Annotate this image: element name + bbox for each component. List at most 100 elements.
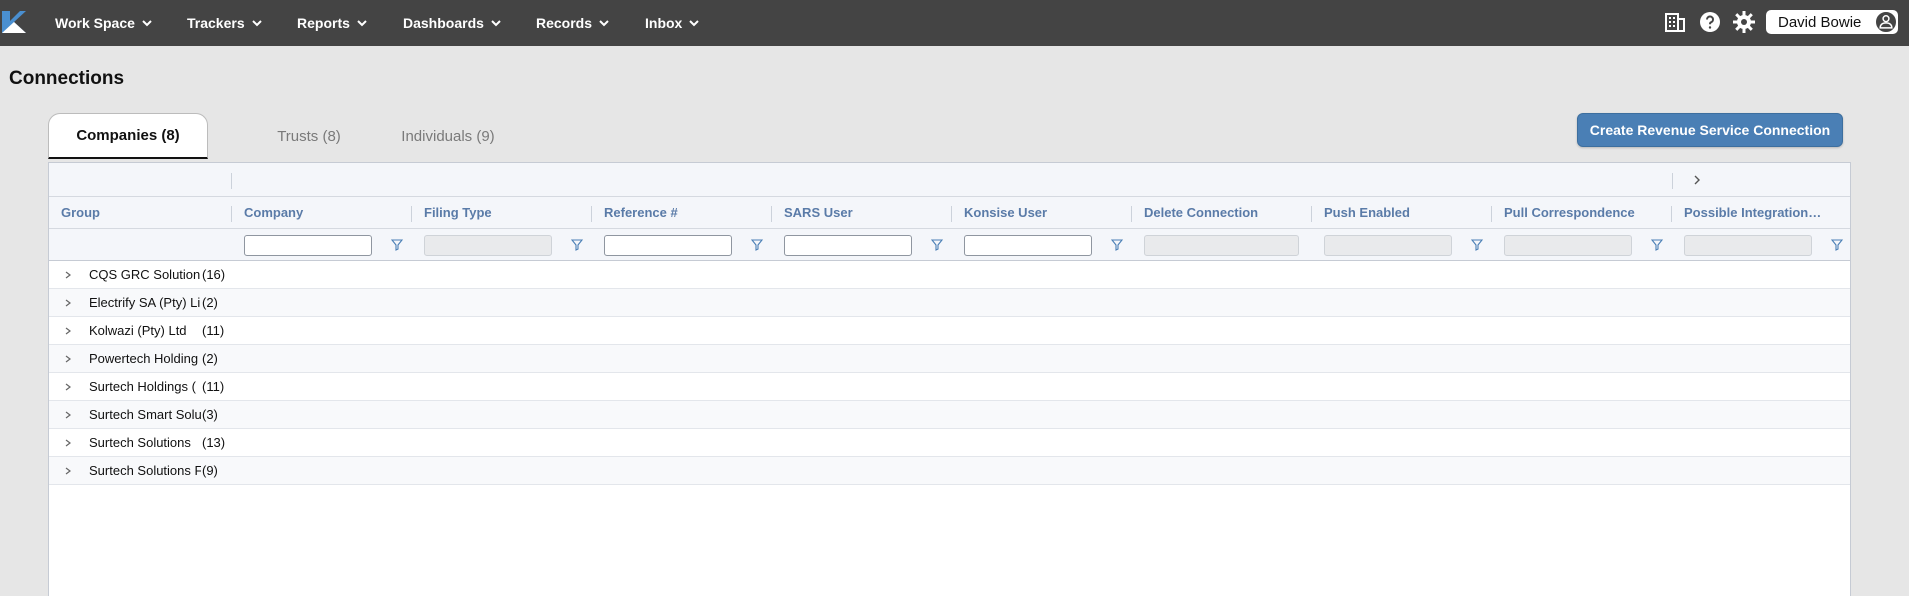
possible-integration-filter-input bbox=[1684, 235, 1812, 256]
chevron-right-icon[interactable] bbox=[1690, 173, 1704, 187]
chevron-right-icon[interactable] bbox=[63, 298, 73, 308]
column-header-delete-connection[interactable]: Delete Connection bbox=[1144, 205, 1304, 220]
filing-type-filter-input bbox=[424, 235, 552, 256]
chevron-right-icon[interactable] bbox=[63, 438, 73, 448]
push-enabled-filter-input bbox=[1324, 235, 1452, 256]
column-header-filing-type[interactable]: Filing Type bbox=[424, 205, 584, 220]
group-count: (2) bbox=[202, 351, 218, 366]
group-name: Kolwazi (Pty) Ltd bbox=[89, 323, 187, 338]
group-count: (11) bbox=[202, 379, 225, 394]
filter-icon[interactable] bbox=[1111, 239, 1123, 251]
reference-filter-input[interactable] bbox=[604, 235, 732, 256]
group-count: (9) bbox=[202, 463, 218, 478]
column-separator[interactable] bbox=[951, 206, 952, 222]
column-separator[interactable] bbox=[1311, 206, 1312, 222]
chevron-down-icon bbox=[491, 20, 501, 27]
column-header-push-enabled[interactable]: Push Enabled bbox=[1324, 205, 1484, 220]
group-row[interactable]: Surtech Holdings ( (11) bbox=[49, 373, 1850, 401]
building-calendar-icon[interactable] bbox=[1663, 10, 1687, 34]
group-row[interactable]: Powertech Holding (2) bbox=[49, 345, 1850, 373]
konsise-logo-icon[interactable] bbox=[0, 9, 26, 35]
chevron-down-icon bbox=[599, 20, 609, 27]
column-separator[interactable] bbox=[591, 206, 592, 222]
filter-icon[interactable] bbox=[1651, 239, 1663, 251]
group-name: Electrify SA (Pty) Li bbox=[89, 295, 201, 310]
filter-icon[interactable] bbox=[391, 239, 403, 251]
gear-icon[interactable] bbox=[1732, 10, 1756, 34]
connections-grid: Group Company Filing Type Reference # SA… bbox=[48, 162, 1851, 596]
user-menu-button[interactable]: David Bowie bbox=[1766, 10, 1898, 34]
grid-column-header-row: Group Company Filing Type Reference # SA… bbox=[49, 197, 1850, 229]
grid-body: CQS GRC Solution (16) Electrify SA (Pty)… bbox=[49, 261, 1850, 491]
nav-trackers-label: Trackers bbox=[187, 15, 245, 31]
chevron-right-icon[interactable] bbox=[63, 270, 73, 280]
sars-user-filter-input[interactable] bbox=[784, 235, 912, 256]
nav-workspace[interactable]: Work Space bbox=[55, 13, 153, 33]
company-filter-input[interactable] bbox=[244, 235, 372, 256]
column-header-possible-integration[interactable]: Possible Integration Is... bbox=[1684, 205, 1824, 220]
nav-reports[interactable]: Reports bbox=[297, 13, 368, 33]
column-separator bbox=[1672, 173, 1673, 189]
column-separator[interactable] bbox=[1491, 206, 1492, 222]
pull-correspondence-filter-input bbox=[1504, 235, 1632, 256]
column-header-konsise-user[interactable]: Konsise User bbox=[964, 205, 1124, 220]
group-count: (2) bbox=[202, 295, 218, 310]
chevron-right-icon[interactable] bbox=[63, 354, 73, 364]
group-row[interactable]: Electrify SA (Pty) Li (2) bbox=[49, 289, 1850, 317]
column-separator[interactable] bbox=[1131, 206, 1132, 222]
group-count: (11) bbox=[202, 323, 225, 338]
chevron-right-icon[interactable] bbox=[63, 410, 73, 420]
filter-icon[interactable] bbox=[1831, 239, 1843, 251]
column-header-reference[interactable]: Reference # bbox=[604, 205, 764, 220]
tab-individuals[interactable]: Individuals (9) bbox=[388, 113, 508, 159]
column-separator[interactable] bbox=[231, 206, 232, 222]
chevron-right-icon[interactable] bbox=[63, 382, 73, 392]
filter-icon[interactable] bbox=[571, 239, 583, 251]
top-navigation-bar: Work Space Trackers Reports Dashboards R… bbox=[0, 0, 1909, 46]
nav-records-label: Records bbox=[536, 15, 593, 31]
column-separator[interactable] bbox=[411, 206, 412, 222]
nav-inbox[interactable]: Inbox bbox=[645, 13, 700, 33]
grid-group-header-row bbox=[49, 163, 1850, 197]
group-name: Powertech Holding bbox=[89, 351, 199, 366]
nav-records[interactable]: Records bbox=[536, 13, 610, 33]
column-separator[interactable] bbox=[1671, 206, 1672, 222]
help-circle-icon[interactable] bbox=[1698, 10, 1722, 34]
filter-icon[interactable] bbox=[931, 239, 943, 251]
nav-inbox-label: Inbox bbox=[645, 15, 683, 31]
group-row[interactable]: Surtech Solutions (13) bbox=[49, 429, 1850, 457]
nav-workspace-label: Work Space bbox=[55, 15, 135, 31]
column-separator[interactable] bbox=[771, 206, 772, 222]
chevron-down-icon bbox=[357, 20, 367, 27]
group-row[interactable]: Kolwazi (Pty) Ltd (11) bbox=[49, 317, 1850, 345]
tab-trusts[interactable]: Trusts (8) bbox=[244, 113, 374, 159]
column-separator bbox=[231, 173, 232, 189]
filter-icon[interactable] bbox=[751, 239, 763, 251]
group-count: (16) bbox=[202, 267, 226, 282]
user-name: David Bowie bbox=[1778, 13, 1862, 31]
konsise-user-filter-input[interactable] bbox=[964, 235, 1092, 256]
group-name: Surtech Solutions bbox=[89, 435, 191, 450]
chevron-right-icon[interactable] bbox=[63, 326, 73, 336]
group-row[interactable]: Surtech Smart Solu (3) bbox=[49, 401, 1850, 429]
create-revenue-service-connection-button[interactable]: Create Revenue Service Connection bbox=[1577, 113, 1843, 147]
group-row[interactable]: CQS GRC Solution (16) bbox=[49, 261, 1850, 289]
nav-dashboards[interactable]: Dashboards bbox=[403, 13, 502, 33]
column-header-group[interactable]: Group bbox=[61, 205, 221, 220]
nav-dashboards-label: Dashboards bbox=[403, 15, 484, 31]
group-name: Surtech Smart Solu bbox=[89, 407, 201, 422]
group-count: (13) bbox=[202, 435, 226, 450]
group-name: Surtech Holdings ( bbox=[89, 379, 196, 394]
user-icon bbox=[1874, 10, 1898, 34]
chevron-right-icon[interactable] bbox=[63, 466, 73, 476]
column-header-sars-user[interactable]: SARS User bbox=[784, 205, 944, 220]
column-header-pull-correspondence[interactable]: Pull Correspondence bbox=[1504, 205, 1664, 220]
column-header-company[interactable]: Company bbox=[244, 205, 404, 220]
page-title: Connections bbox=[9, 68, 125, 89]
chevron-down-icon bbox=[251, 20, 262, 27]
group-row[interactable]: Surtech Solutions F (9) bbox=[49, 457, 1850, 485]
tab-companies[interactable]: Companies (8) bbox=[48, 113, 208, 159]
chevron-down-icon bbox=[142, 20, 152, 27]
filter-icon[interactable] bbox=[1471, 239, 1483, 251]
nav-trackers[interactable]: Trackers bbox=[187, 13, 263, 33]
